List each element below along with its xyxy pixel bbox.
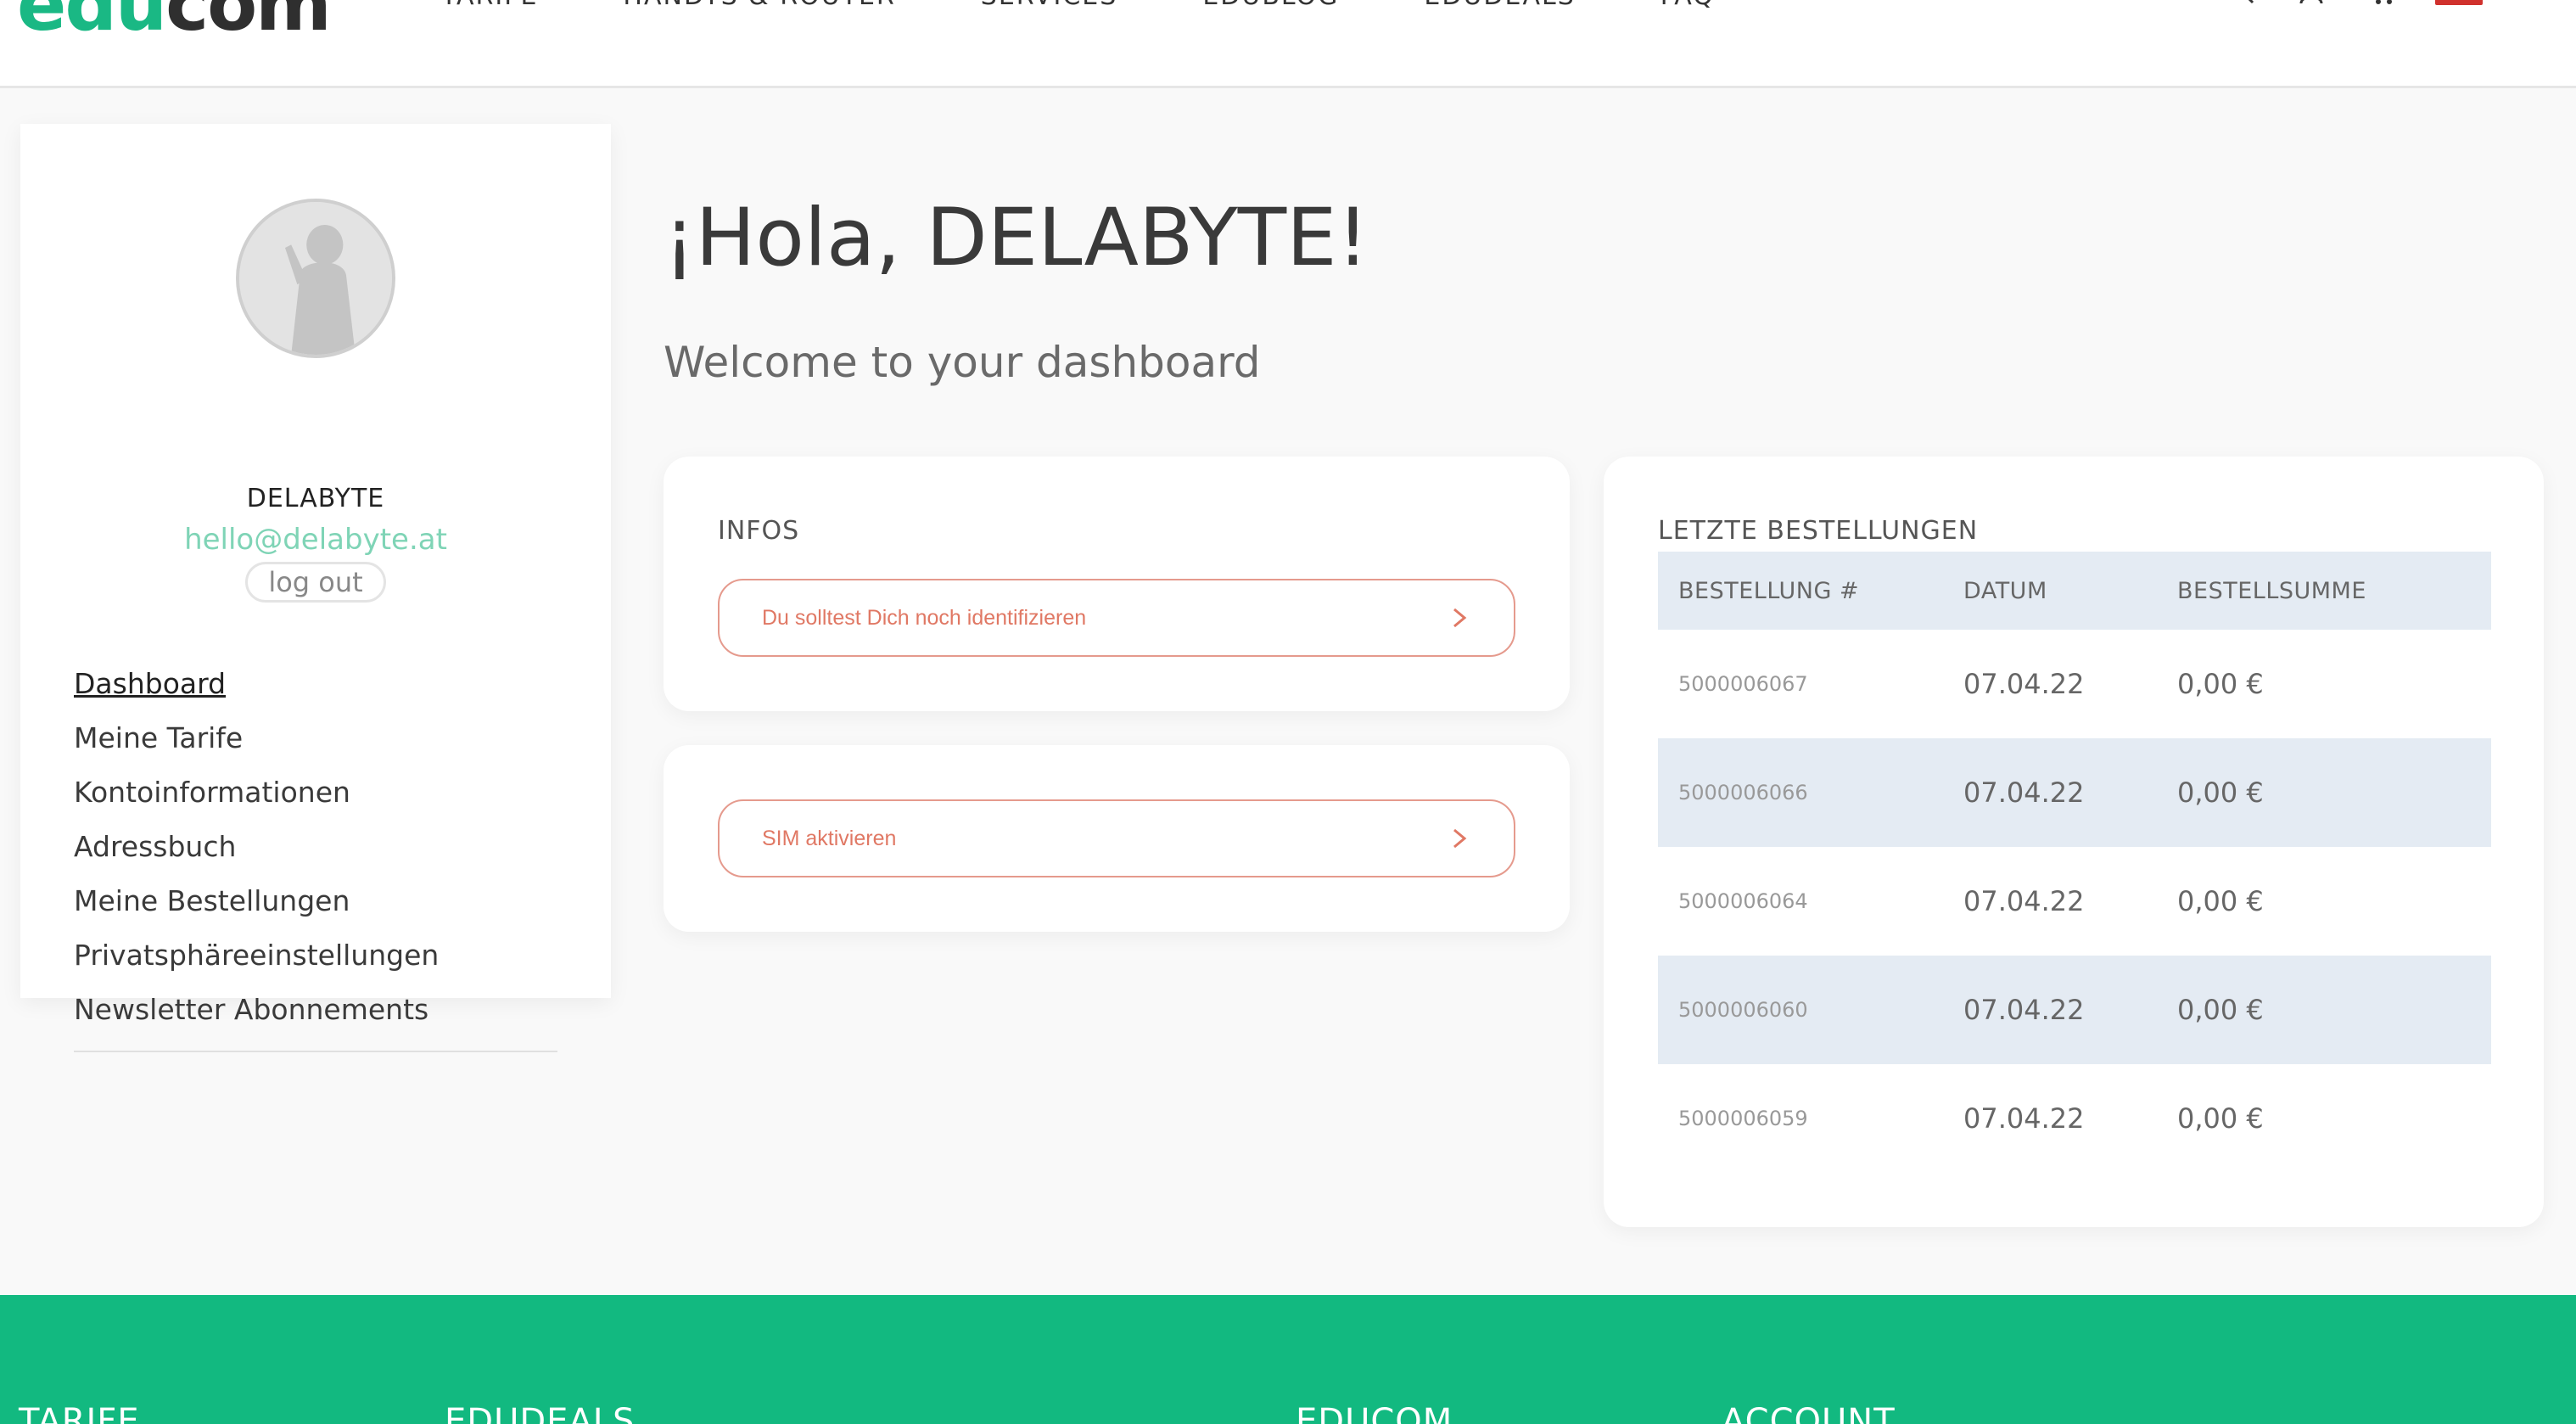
order-number: 5000006067 xyxy=(1678,672,1808,696)
table-header: BESTELLUNG # DATUM BESTELLSUMME xyxy=(1658,552,2491,630)
nav-item-edublog[interactable]: EDUBLOG xyxy=(1202,0,1339,11)
menu-item-label: Adressbuch xyxy=(74,830,237,863)
main-nav: TARIFE HANDYS & ROUTER SERVICES EDUBLOG … xyxy=(441,0,1715,11)
nav-item-handys-router[interactable]: HANDYS & ROUTER xyxy=(623,0,895,11)
account-sidebar: DELABYTE hello@delabyte.at log out Dashb… xyxy=(20,124,611,1052)
menu-item-label: Meine Bestellungen xyxy=(74,884,350,917)
table-row[interactable]: 5000006066 07.04.22 0,00 € xyxy=(1658,738,2491,847)
order-number: 5000006064 xyxy=(1678,889,1808,913)
page-title: ¡Hola, DELABYTE! xyxy=(664,192,1369,284)
menu-item-dashboard[interactable]: Dashboard xyxy=(74,660,557,715)
order-date: 07.04.22 xyxy=(1963,1102,2085,1135)
order-number: 5000006060 xyxy=(1678,998,1808,1022)
order-total: 0,00 € xyxy=(2177,994,2264,1026)
order-number: 5000006066 xyxy=(1678,781,1808,805)
site-logo[interactable]: educom xyxy=(17,0,332,48)
sim-card: SIM aktivieren xyxy=(664,745,1570,932)
sim-activate-label: SIM aktivieren xyxy=(762,826,897,850)
menu-item-newsletter[interactable]: Newsletter Abonnements xyxy=(74,986,557,1040)
orders-table: BESTELLUNG # DATUM BESTELLSUMME 50000060… xyxy=(1658,552,2491,1173)
column-header-total: BESTELLSUMME xyxy=(2177,577,2366,604)
menu-divider xyxy=(74,1051,557,1052)
menu-item-label: Dashboard xyxy=(74,667,227,700)
footer-heading-account[interactable]: ACCOUNT xyxy=(1722,1402,1896,1424)
avatar xyxy=(236,199,395,358)
order-date: 07.04.22 xyxy=(1963,885,2085,917)
identify-button[interactable]: Du solltest Dich noch identifizieren xyxy=(718,579,1515,657)
order-total: 0,00 € xyxy=(2177,885,2264,917)
nav-item-services[interactable]: SERVICES xyxy=(981,0,1118,11)
logout-button[interactable]: log out xyxy=(245,562,386,603)
footer-heading-tarife[interactable]: TARIFE xyxy=(19,1402,140,1424)
infos-card: INFOS Du solltest Dich noch identifizier… xyxy=(664,457,1570,711)
order-date: 07.04.22 xyxy=(1963,668,2085,700)
menu-item-adressbuch[interactable]: Adressbuch xyxy=(74,823,557,877)
account-menu: Dashboard Meine Tarife Kontoinformatione… xyxy=(74,660,557,1040)
table-row[interactable]: 5000006064 07.04.22 0,00 € xyxy=(1658,847,2491,956)
nav-item-tarife[interactable]: TARIFE xyxy=(441,0,538,11)
logo-com: com xyxy=(165,0,332,48)
infos-title: INFOS xyxy=(718,516,800,546)
order-total: 0,00 € xyxy=(2177,776,2264,809)
recent-orders-card: LETZTE BESTELLUNGEN BESTELLUNG # DATUM B… xyxy=(1604,457,2544,1227)
logo-edu: edu xyxy=(17,0,167,48)
order-date: 07.04.22 xyxy=(1963,776,2085,809)
logout-wrap: log out xyxy=(20,562,611,603)
table-row[interactable]: 5000006067 07.04.22 0,00 € xyxy=(1658,630,2491,738)
search-icon[interactable] xyxy=(2226,0,2257,5)
column-header-order: BESTELLUNG # xyxy=(1678,577,1860,604)
orders-title: LETZTE BESTELLUNGEN xyxy=(1658,516,1979,546)
table-row[interactable]: 5000006059 07.04.22 0,00 € xyxy=(1658,1064,2491,1173)
order-date: 07.04.22 xyxy=(1963,994,2085,1026)
cart-icon[interactable] xyxy=(2366,0,2396,5)
site-header: educom TARIFE HANDYS & ROUTER SERVICES E… xyxy=(0,0,2576,88)
order-total: 0,00 € xyxy=(2177,668,2264,700)
flag-icon[interactable] xyxy=(2435,0,2483,5)
order-number: 5000006059 xyxy=(1678,1107,1808,1130)
menu-item-kontoinformationen[interactable]: Kontoinformationen xyxy=(74,769,557,823)
chevron-right-icon xyxy=(1453,608,1467,628)
menu-item-privatsphaere[interactable]: Privatsphäreeinstellungen xyxy=(74,932,557,986)
footer-heading-edudeals[interactable]: EDUDEALS xyxy=(445,1402,635,1424)
header-icons xyxy=(2226,0,2483,5)
table-row[interactable]: 5000006060 07.04.22 0,00 € xyxy=(1658,956,2491,1064)
user-name: DELABYTE xyxy=(246,484,385,513)
menu-item-meine-bestellungen[interactable]: Meine Bestellungen xyxy=(74,877,557,932)
site-footer: TARIFE EDUDEALS EDUCOM ACCOUNT xyxy=(0,1295,2576,1424)
menu-item-label: Kontoinformationen xyxy=(74,776,350,809)
menu-item-label: Newsletter Abonnements xyxy=(74,993,429,1026)
nav-item-faq[interactable]: FAQ xyxy=(1660,0,1715,11)
column-header-date: DATUM xyxy=(1963,577,2047,604)
menu-item-label: Meine Tarife xyxy=(74,721,244,754)
order-total: 0,00 € xyxy=(2177,1102,2264,1135)
sim-activate-button[interactable]: SIM aktivieren xyxy=(718,799,1515,877)
menu-item-label: Privatsphäreeinstellungen xyxy=(74,939,440,972)
menu-item-meine-tarife[interactable]: Meine Tarife xyxy=(74,715,557,769)
chevron-right-icon xyxy=(1453,828,1467,849)
user-silhouette-icon xyxy=(239,202,392,355)
user-email: hello@delabyte.at xyxy=(184,523,447,557)
identify-label: Du solltest Dich noch identifizieren xyxy=(762,605,1087,630)
footer-heading-educom[interactable]: EDUCOM xyxy=(1296,1402,1453,1424)
nav-item-edudeals[interactable]: EDUDEALS xyxy=(1424,0,1575,11)
page-subtitle: Welcome to your dashboard xyxy=(664,338,1261,387)
user-icon[interactable] xyxy=(2296,0,2327,5)
